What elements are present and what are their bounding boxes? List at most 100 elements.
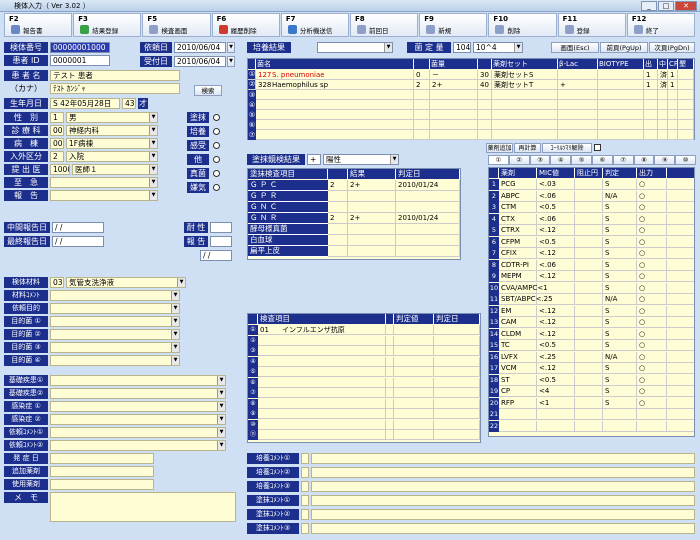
smear-code[interactable]: + (307, 154, 321, 165)
sensitivity-mic[interactable]: <.12 (537, 328, 575, 340)
culture-cell[interactable] (478, 120, 492, 130)
sensitivity-cell[interactable] (667, 260, 694, 271)
culture-cell[interactable] (644, 120, 658, 130)
check-circle[interactable] (213, 142, 220, 149)
sensitivity-cell[interactable] (667, 248, 694, 259)
sensitivity-zone[interactable] (575, 340, 603, 351)
culture-cell[interactable] (558, 110, 598, 120)
dept-select[interactable]: 神経内科 ▼ (66, 125, 158, 136)
antigen-cell[interactable] (434, 367, 480, 377)
culture-cell[interactable] (644, 100, 658, 110)
sensitivity-zone[interactable] (575, 305, 603, 317)
antigen-cell[interactable] (394, 377, 434, 388)
culture-cell[interactable] (492, 120, 558, 130)
sensitivity-cell[interactable] (667, 329, 694, 340)
sensitivity-drug[interactable]: CTX (499, 213, 537, 225)
sensitivity-drug[interactable] (499, 409, 537, 420)
report-date-field[interactable]: / / (200, 250, 232, 261)
sensitivity-cell[interactable] (667, 363, 694, 374)
sensitivity-mic[interactable] (537, 294, 575, 305)
culture-cell[interactable] (256, 130, 414, 140)
doctor-code[interactable]: 1000 (50, 164, 70, 175)
sensitivity-zone[interactable] (575, 386, 603, 397)
sensitivity-zone[interactable] (575, 179, 603, 190)
chevron-down-icon[interactable]: ▼ (390, 155, 398, 164)
chevron-down-icon[interactable]: ▼ (171, 317, 179, 326)
fkey-button-f5[interactable]: F5 検査画面 (142, 13, 211, 37)
culture-cell[interactable] (430, 110, 478, 120)
screen-button[interactable]: 画面(Esc) (551, 42, 599, 53)
culture-cell[interactable] (492, 100, 558, 110)
sensitivity-judge[interactable]: S (603, 328, 637, 340)
sensitivity-cell[interactable] (667, 409, 694, 420)
sensitivity-cell[interactable] (667, 317, 694, 328)
sensitivity-cell[interactable] (667, 340, 694, 351)
culture-cell[interactable] (558, 100, 598, 110)
sensitivity-out[interactable]: ○ (637, 213, 667, 225)
chevron-down-icon[interactable]: ▼ (171, 330, 179, 339)
tab-6[interactable]: ⑥ (591, 155, 613, 165)
culture-cell[interactable] (558, 120, 598, 130)
culture-result-select[interactable]: ▼ (317, 42, 393, 53)
sensitivity-mic[interactable]: <.03 (537, 179, 575, 190)
sensitivity-judge[interactable]: N/A (603, 351, 637, 363)
sensitivity-out[interactable]: ○ (637, 179, 667, 190)
culture-cell[interactable] (414, 120, 430, 130)
culture-cell[interactable] (558, 70, 598, 80)
sensitivity-out[interactable]: ○ (637, 294, 667, 305)
tab-5[interactable]: ⑤ (571, 155, 592, 165)
check-circle[interactable] (213, 156, 220, 163)
culture-cell[interactable] (598, 130, 644, 140)
antigen-cell[interactable] (386, 346, 394, 356)
sensitivity-drug[interactable]: VCM (499, 363, 537, 374)
sensitivity-out[interactable] (637, 409, 667, 420)
sensitivity-judge[interactable]: S (603, 386, 637, 397)
ward-select[interactable]: 1F病棟 ▼ (66, 138, 158, 149)
antigen-cell[interactable] (434, 377, 480, 388)
culture-cell[interactable] (658, 130, 668, 140)
culture-cell[interactable] (256, 90, 414, 100)
sensitivity-judge[interactable]: S (603, 271, 637, 282)
patient-id-field[interactable]: 0000001 (50, 55, 110, 66)
search-button[interactable]: 検索 (194, 85, 222, 96)
chevron-down-icon[interactable]: ▼ (149, 126, 157, 135)
sensitivity-mic[interactable]: <0.5 (537, 374, 575, 386)
specimen-field-3[interactable]: ▼ (50, 316, 180, 327)
specimen-field-6[interactable]: ▼ (50, 355, 180, 366)
comment-field[interactable] (311, 495, 695, 506)
sensitivity-out[interactable]: ○ (637, 271, 667, 282)
sensitivity-cell[interactable] (667, 306, 694, 317)
material-select[interactable]: 気管支洗浄液 ▼ (66, 277, 186, 288)
culture-cell[interactable] (414, 130, 430, 140)
smear-code[interactable]: 2 (328, 213, 348, 224)
antigen-cell[interactable] (386, 377, 394, 388)
sensitivity-mic[interactable]: <.06 (537, 259, 575, 271)
smear-result[interactable] (348, 235, 396, 246)
sensitivity-zone[interactable] (575, 282, 603, 294)
antigen-cell[interactable] (386, 398, 394, 409)
culture-cell[interactable] (430, 90, 478, 100)
sensitivity-zone[interactable] (575, 317, 603, 328)
antigen-cell[interactable] (394, 335, 434, 346)
antigen-cell[interactable] (258, 346, 386, 356)
antigen-cell[interactable] (258, 388, 386, 398)
sensitivity-cell[interactable] (667, 237, 694, 248)
sensitivity-mic[interactable]: <0.5 (537, 340, 575, 351)
sensitivity-out[interactable]: ○ (637, 328, 667, 340)
smear-code[interactable] (328, 224, 348, 235)
culture-cell[interactable] (478, 110, 492, 120)
sensitivity-mic[interactable]: <.06 (537, 190, 575, 202)
culture-cell[interactable] (256, 100, 414, 110)
smear-date[interactable]: 2010/01/24 (396, 180, 460, 191)
specimen-field-4[interactable]: ▼ (50, 329, 180, 340)
comment-code[interactable] (301, 509, 309, 520)
smear-code[interactable]: 2 (328, 180, 348, 191)
specimen-field-9[interactable]: ▼ (50, 401, 226, 412)
smear-result[interactable]: 2+ (348, 180, 396, 191)
tab-1[interactable]: ① (488, 155, 509, 165)
smear-result[interactable] (348, 224, 396, 235)
resistance-field[interactable] (210, 222, 232, 233)
antigen-cell[interactable] (386, 419, 394, 430)
sensitivity-mic[interactable] (537, 282, 575, 294)
antigen-cell[interactable] (386, 430, 394, 440)
